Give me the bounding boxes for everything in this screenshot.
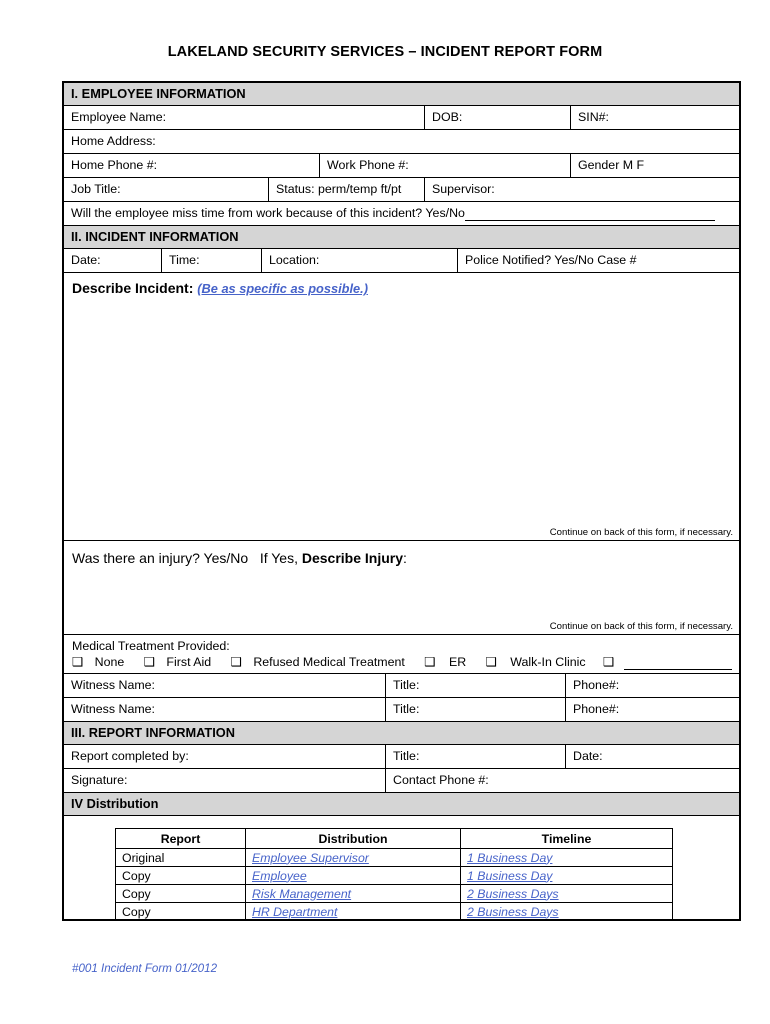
- distribution-timeline[interactable]: 1 Business Day: [460, 848, 673, 867]
- describe-incident-box[interactable]: Describe Incident: (Be as specific as po…: [64, 273, 739, 541]
- distribution-report-type: Copy: [115, 902, 246, 921]
- employment-status-field[interactable]: Status: perm/temp ft/pt: [269, 178, 425, 201]
- continue-on-back-note-injury: Continue on back of this form, if necess…: [549, 621, 733, 632]
- witness-1-name-field[interactable]: Witness Name:: [64, 674, 386, 697]
- page-title: LAKELAND SECURITY SERVICES – INCIDENT RE…: [167, 44, 603, 60]
- section-header-employee-information: I. EMPLOYEE INFORMATION: [64, 83, 739, 106]
- distribution-report-type: Copy: [115, 866, 246, 885]
- checkbox-walk-in-clinic-icon[interactable]: ❑: [486, 655, 497, 668]
- section-header-report-information: III. REPORT INFORMATION: [64, 721, 739, 745]
- table-row: Copy HR Department 2 Business Days: [115, 902, 673, 921]
- distribution-timeline[interactable]: 1 Business Day: [460, 866, 673, 885]
- checkbox-er-icon[interactable]: ❑: [424, 655, 435, 668]
- distribution-table: Report Distribution Timeline Original Em…: [115, 828, 673, 921]
- medical-option-none-label: None: [94, 655, 125, 669]
- table-header-row: Report Distribution Timeline: [115, 828, 673, 849]
- signature-field[interactable]: Signature:: [64, 769, 386, 792]
- police-notified-field[interactable]: Police Notified? Yes/No Case #: [458, 249, 738, 272]
- medical-option-walk-in-clinic-label: Walk-In Clinic: [510, 655, 586, 669]
- medical-option-first-aid-label: First Aid: [166, 655, 212, 669]
- medical-option-refused-label: Refused Medical Treatment: [253, 655, 405, 669]
- contact-phone-field[interactable]: Contact Phone #:: [386, 769, 738, 792]
- describe-incident-text: Describe Incident: [72, 280, 189, 296]
- report-completed-by-field[interactable]: Report completed by:: [64, 745, 386, 768]
- checkbox-refused-icon[interactable]: ❑: [231, 655, 242, 668]
- checkbox-none-icon[interactable]: ❑: [72, 655, 83, 668]
- home-address-row: Home Address:: [64, 130, 739, 154]
- witness-1-title-field[interactable]: Title:: [386, 674, 566, 697]
- witness-2-phone-field[interactable]: Phone#:: [566, 698, 738, 721]
- column-header-distribution: Distribution: [245, 828, 461, 849]
- continue-on-back-note-incident: Continue on back of this form, if necess…: [549, 527, 733, 538]
- job-title-field[interactable]: Job Title:: [64, 178, 269, 201]
- witness-row-1: Witness Name: Title: Phone#:: [64, 674, 739, 698]
- incident-report-page: LAKELAND SECURITY SERVICES – INCIDENT RE…: [0, 0, 770, 1024]
- distribution-recipient[interactable]: Employee: [245, 866, 461, 885]
- describe-injury-label: Describe Injury: [301, 550, 404, 566]
- form-body: I. EMPLOYEE INFORMATION Employee Name: D…: [62, 81, 741, 921]
- signature-row: Signature: Contact Phone #:: [64, 769, 739, 792]
- distribution-table-area: Report Distribution Timeline Original Em…: [64, 816, 739, 935]
- table-row: Original Employee Supervisor 1 Business …: [115, 848, 673, 867]
- table-row: Copy Risk Management 2 Business Days: [115, 884, 673, 903]
- describe-injury-colon: :: [403, 550, 407, 566]
- supervisor-field[interactable]: Supervisor:: [425, 178, 738, 201]
- distribution-recipient[interactable]: Risk Management: [245, 884, 461, 903]
- miss-time-label: Will the employee miss time from work be…: [71, 206, 465, 220]
- medical-treatment-options: ❑ None ❑ First Aid ❑ Refused Medical Tre…: [72, 654, 739, 670]
- distribution-report-type: Original: [115, 848, 246, 867]
- incident-date-field[interactable]: Date:: [64, 249, 162, 272]
- distribution-timeline[interactable]: 2 Business Days: [460, 884, 673, 903]
- describe-incident-colon: :: [188, 280, 194, 296]
- home-phone-field[interactable]: Home Phone #:: [64, 154, 320, 177]
- witness-1-phone-field[interactable]: Phone#:: [566, 674, 738, 697]
- medical-treatment-heading: Medical Treatment Provided:: [72, 639, 230, 653]
- phone-gender-row: Home Phone #: Work Phone #: Gender M F: [64, 154, 739, 178]
- home-address-field[interactable]: Home Address:: [64, 130, 738, 153]
- job-status-supervisor-row: Job Title: Status: perm/temp ft/pt Super…: [64, 178, 739, 202]
- describe-injury-box[interactable]: Was there an injury? Yes/No If Yes, Desc…: [64, 541, 739, 635]
- gender-field[interactable]: Gender M F: [571, 154, 738, 177]
- section-header-incident-information: II. INCIDENT INFORMATION: [64, 225, 739, 249]
- checkbox-first-aid-icon[interactable]: ❑: [144, 655, 155, 668]
- injury-question-text: Was there an injury? Yes/No: [72, 550, 249, 566]
- miss-time-blank-line[interactable]: [464, 220, 715, 221]
- medical-option-er-label: ER: [448, 655, 467, 669]
- injury-if-yes-text: If Yes,: [259, 550, 298, 566]
- miss-time-row: Will the employee miss time from work be…: [64, 202, 739, 225]
- distribution-report-type: Copy: [115, 884, 246, 903]
- describe-incident-hint[interactable]: (Be as specific as possible.): [197, 281, 368, 296]
- medical-treatment-row: Medical Treatment Provided: ❑ None ❑ Fir…: [64, 635, 739, 674]
- dob-field[interactable]: DOB:: [425, 106, 571, 129]
- injury-question-label: Was there an injury? Yes/No If Yes, Desc…: [72, 550, 739, 566]
- form-footer-note: #001 Incident Form 01/2012: [72, 962, 218, 975]
- miss-time-field[interactable]: Will the employee miss time from work be…: [64, 202, 738, 225]
- work-phone-field[interactable]: Work Phone #:: [320, 154, 571, 177]
- incident-location-field[interactable]: Location:: [262, 249, 458, 272]
- witness-2-title-field[interactable]: Title:: [386, 698, 566, 721]
- witness-row-2: Witness Name: Title: Phone#:: [64, 698, 739, 721]
- incident-meta-row: Date: Time: Location: Police Notified? Y…: [64, 249, 739, 273]
- column-header-timeline: Timeline: [460, 828, 673, 849]
- report-date-field[interactable]: Date:: [566, 745, 738, 768]
- witness-2-name-field[interactable]: Witness Name:: [64, 698, 386, 721]
- incident-time-field[interactable]: Time:: [162, 249, 262, 272]
- section-header-distribution: IV Distribution: [64, 792, 739, 816]
- distribution-timeline[interactable]: 2 Business Days: [460, 902, 673, 921]
- distribution-recipient[interactable]: Employee Supervisor: [245, 848, 461, 867]
- report-title-field[interactable]: Title:: [386, 745, 566, 768]
- describe-incident-label: Describe Incident: (Be as specific as po…: [72, 280, 739, 296]
- sin-field[interactable]: SIN#:: [571, 106, 738, 129]
- checkbox-other-icon[interactable]: ❑: [603, 655, 614, 668]
- medical-option-other-blank-line[interactable]: [623, 669, 732, 670]
- distribution-recipient[interactable]: HR Department: [245, 902, 461, 921]
- employee-name-row: Employee Name: DOB: SIN#:: [64, 106, 739, 130]
- table-row: Copy Employee 1 Business Day: [115, 866, 673, 885]
- employee-name-field[interactable]: Employee Name:: [64, 106, 425, 129]
- report-completed-row: Report completed by: Title: Date:: [64, 745, 739, 769]
- column-header-report: Report: [115, 828, 246, 849]
